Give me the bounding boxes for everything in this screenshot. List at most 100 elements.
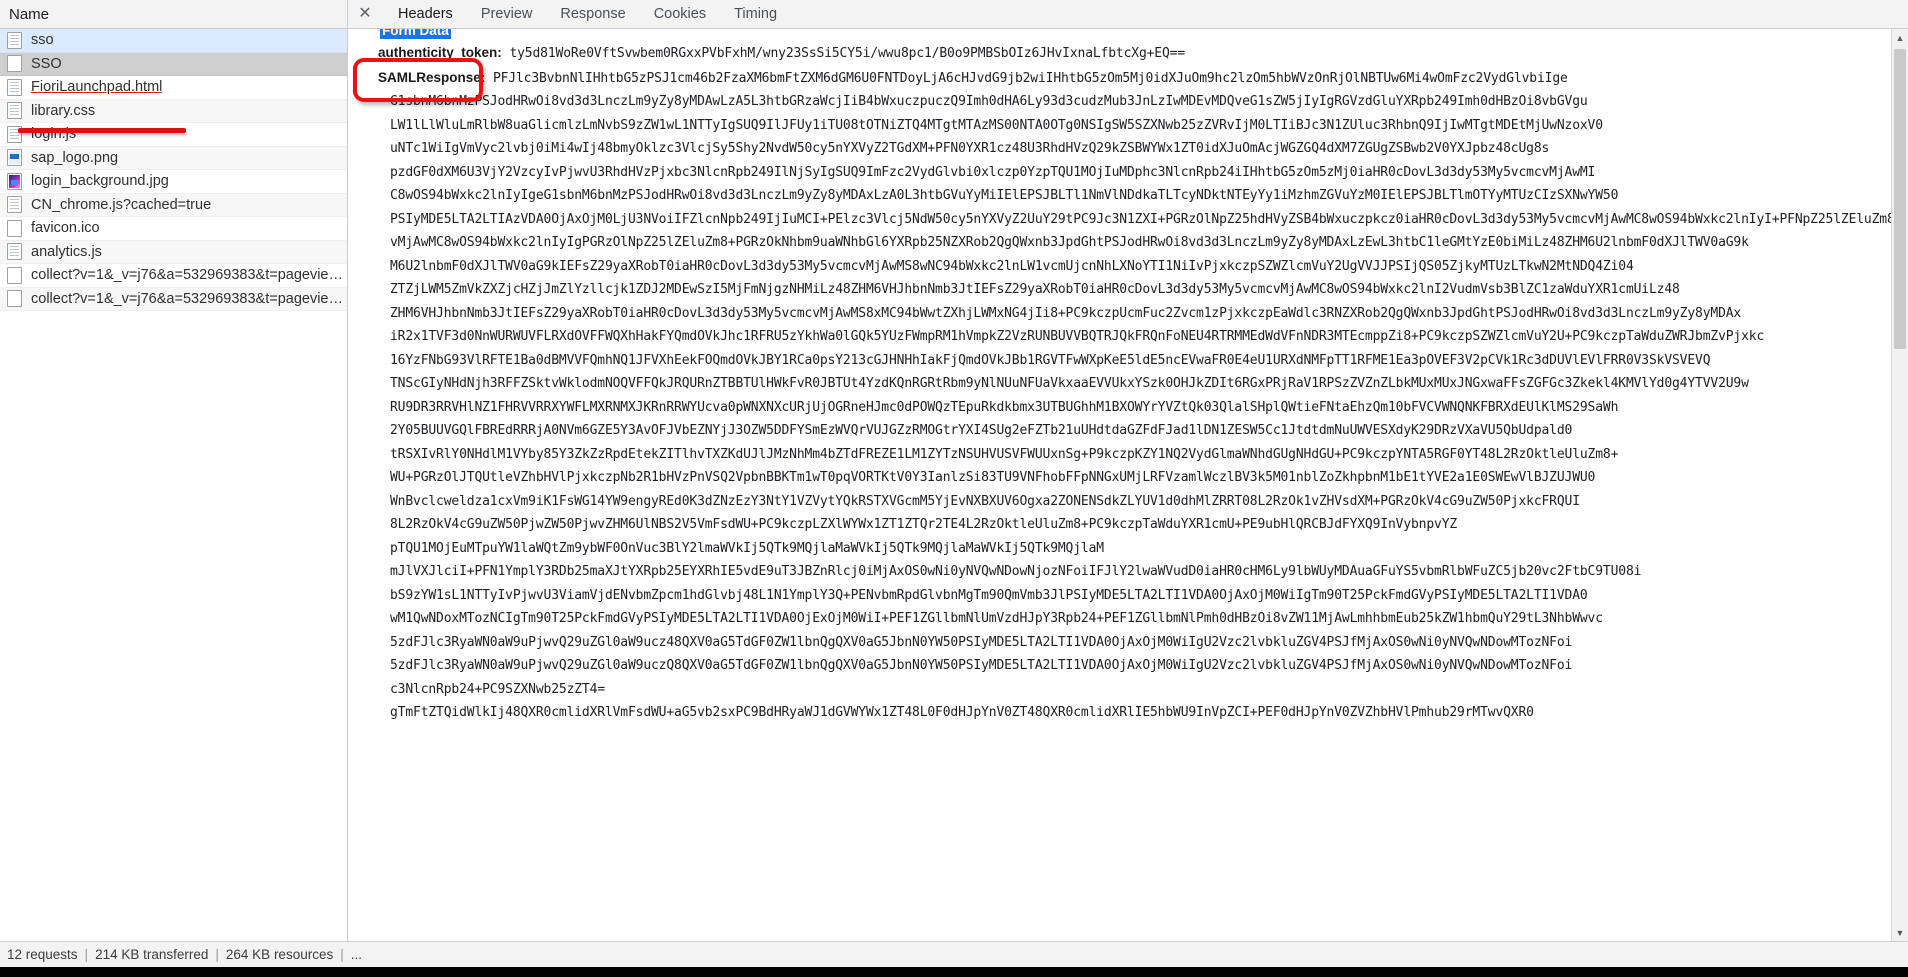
form-data-value: PFJlc3BvbnNlIHhtbG5zPSJ1cm46b2FzaXM6bmFt… [485,70,1568,86]
request-row[interactable]: collect?v=1&_v=j76&a=532969383&t=pagevie… [0,264,347,288]
status-resources: 264 KB resources [225,947,334,962]
status-separator-3: | [340,947,344,962]
request-row[interactable]: analytics.js [0,240,347,264]
status-requests: 12 requests [7,947,78,962]
tab-timing[interactable]: Timing [720,0,791,28]
document-icon [7,102,22,120]
request-row[interactable]: SSO [0,52,347,76]
wrapped-line: 2Y05BUUVGQlFBREdRRRjA0NVm6GZE5Y3AvOFJVbE… [390,423,1573,438]
wrapped-line: uNTc1WiIgVmVyc2lvbj0iMi4wIj48bmyOklzc3Vl… [390,141,1550,156]
status-more: ... [350,947,362,962]
document-icon [7,243,22,261]
request-row[interactable]: sso [0,29,347,53]
request-row[interactable]: sap_logo.png [0,146,347,170]
document-icon [7,78,22,96]
status-separator-2: | [215,947,219,962]
request-name: sap_logo.png [31,149,119,166]
wrapped-line: bS9zYW1sL1NTTyIvPjwvU3ViamVjdENvbmZpcm1h… [390,587,1588,603]
request-name: login_background.jpg [31,173,169,190]
request-row[interactable]: CN_chrome.js?cached=true [0,193,347,217]
tab-response[interactable]: Response [546,0,639,28]
form-data-key: SAMLResponse: [378,69,486,85]
wrapped-line: PSIyMDE5LTA2LTIAzVDA0OjAxOjM0LjU3NVoiIFZ… [390,211,1908,227]
tab-cookies[interactable]: Cookies [640,0,720,28]
wrapped-line: tRSXIvRlY0NHdlM1VYby85Y3ZkZzRpdEtekZITlh… [390,446,1619,462]
close-icon[interactable]: ✕ [352,1,378,27]
column-header-name: Name [9,5,50,23]
form-data-key: authenticity_token: [378,45,502,60]
request-row[interactable]: favicon.ico [0,217,347,241]
request-detail-pane: ✕ Headers Preview Response Cookies Timing Fo… [348,0,1908,941]
status-transferred: 214 KB transferred [95,947,209,962]
request-name: collect?v=1&_v=j76&a=532969383&t=pagevie… [31,267,347,284]
form-data-section-label: Form Data [380,29,451,39]
wrapped-value-lines: G1sbnM6bnMzPSJodHRwOi8vd3d3LnczLm9yZy8yM… [378,90,1908,725]
request-list-pane: Name sso SSO FioriLaunchpad.html library.cs… [0,0,348,941]
blank-document-icon [7,55,22,73]
annotation-underline-fiorilaunchpad [18,128,186,133]
wrapped-line: G1sbnM6bnMzPSJodHRwOi8vd3d3LnczLm9yZy8yM… [390,94,1588,109]
request-name: collect?v=1&_v=j76&a=532969383&t=pagevie… [31,290,347,307]
panes-container: Name sso SSO FioriLaunchpad.html library.cs… [0,0,1908,941]
wrapped-line: WU+PGRzOlJTQUtleVZhbHVlPjxkczpNb2R1bHVzP… [390,470,1596,485]
wrapped-line: mJlVXJlciI+PFN1YmplY3RDb25maXJtYXRpb25EY… [390,564,1642,579]
wrapped-line: wM1QwNDoxMTozNCIgTm90T25PckFmdGVyPSIyMDE… [390,611,1603,626]
document-icon [7,196,22,214]
headers-content-scroll[interactable]: Form Data authenticity_token: ty5d81WoRe… [348,29,1908,941]
blank-document-icon [7,219,22,237]
status-separator-1: | [84,947,89,962]
wrapped-line: c3NlcnRpb24+PC9SZXNwb25zZT4= [390,681,605,697]
request-name: analytics.js [31,243,102,260]
tab-preview[interactable]: Preview [467,0,547,28]
wrapped-line: 8L2RzOkV4cG9uZW50PjwZW50PjwvZHM6UlNBS2V5… [390,517,1458,532]
wrapped-line: ZTZjLWM5ZmVkZXZjcHZjJmZlYzllcjk1ZDJ2MDEw… [390,282,1680,297]
blank-document-icon [7,290,22,308]
request-row[interactable]: library.css [0,99,347,123]
partial-top-row: Form Data [378,29,1908,41]
request-list-body[interactable]: sso SSO FioriLaunchpad.html library.css logi… [0,29,347,626]
wrapped-line: pTQU1MOjEuMTpuYW1laWQtZm9ybWF0OnVuc3BlY2… [390,540,1104,556]
scroll-up-arrow-icon[interactable]: ▲ [1892,29,1908,46]
devtools-network-panel: Name sso SSO FioriLaunchpad.html library.cs… [0,0,1908,977]
request-name: FioriLaunchpad.html [31,79,163,96]
wrapped-line: M6U2lnbmF0dXJlTWV0aG9kIEFsZ29yaXRobT0iaH… [390,258,1634,274]
wrapped-line: TNScGIyNHdNjh3RFFZSktvWklodmNOQVFFQkJRQU… [390,376,1749,391]
png-image-icon [7,149,22,167]
request-row[interactable]: collect?v=1&_v=j76&a=532969383&t=pagevie… [0,287,347,311]
status-bar: 12 requests | 214 KB transferred | 264 K… [0,941,1908,967]
wrapped-line: C8wOS94bWxkc2lnIyIgeG1sbnM6bnMzPSJodHRwO… [390,188,1619,203]
wrapped-line: gTmFtZTQidWlkIj48QXR0cmlidXRlVmFsdWU+aG5… [390,705,1534,720]
detail-vertical-scrollbar[interactable]: ▲ ▼ [1891,29,1908,941]
request-row[interactable]: login_background.jpg [0,170,347,194]
bottom-strip [0,967,1908,977]
wrapped-line: vMjAwMC8wOS94bWxkc2lnIyIgPGRzOlNpZ25lZEl… [390,235,1749,250]
scrollbar-thumb[interactable] [1894,49,1906,349]
request-name: SSO [31,55,62,72]
form-data-row: authenticity_token: ty5d81WoRe0VftSvwbem… [378,41,1908,66]
request-name: favicon.ico [31,220,100,237]
request-name: CN_chrome.js?cached=true [31,196,212,213]
form-data-content: Form Data authenticity_token: ty5d81WoRe… [348,29,1908,725]
scroll-down-arrow-icon[interactable]: ▼ [1892,924,1908,941]
tab-headers[interactable]: Headers [384,0,467,28]
wrapped-line: RU9DR3RRVHlNZ1FHRVVRRXYWFLMXRNMXJKRnRRWY… [390,399,1619,415]
detail-tab-bar: ✕ Headers Preview Response Cookies Timing [348,0,1908,29]
form-data-row: SAMLResponse: PFJlc3BvbnNlIHhtbG5zPSJ1cm… [378,66,1908,91]
request-row[interactable]: FioriLaunchpad.html [0,76,347,100]
wrapped-line: pzdGF0dXM6U3VjY2VzcyIvPjwvU3RhdHVzPjxbc3… [390,164,1596,180]
wrapped-line: 5zdFJlc3RyaWN0aW9uPjwvQ29uZGl0aW9uczQ8QX… [390,658,1573,673]
form-data-lines: authenticity_token: ty5d81WoRe0VftSvwbem… [378,41,1908,90]
wrapped-line: iR2x1TVF3d0NnWURWUVFLRXdOVFFWQXhHakFYQmd… [390,329,1765,344]
wrapped-line: 5zdFJlc3RyaWN0aW9uPjwvQ29uZGl0aW9ucz48QX… [390,634,1573,650]
wrapped-line: WnBvclcweldza1cxVm9iK1FsWG14YW9engyREd0K… [390,493,1580,509]
request-list-header: Name [0,0,347,29]
request-row[interactable]: login.js [0,123,347,147]
jpg-image-icon [7,172,22,190]
request-name: library.css [31,102,96,119]
document-icon [7,31,22,49]
wrapped-line: 16YzFNbG93VlRFTE1Ba0dBMVVFQmhNQ1JFVXhEek… [390,352,1711,368]
form-data-value: ty5d81WoRe0VftSvwbem0RGxxPVbFxhM/wny23Ss… [501,46,1186,61]
wrapped-line: ZHM6VHJhbnNmb3JtIEFsZ29yaXRobT0iaHR0cDov… [390,305,1742,321]
tabs-container: Headers Preview Response Cookies Timing [384,0,791,28]
wrapped-line: LW1lLlWluLmRlbW8uaGlicmlzLmNvbS9zZW1wL1N… [390,117,1603,133]
